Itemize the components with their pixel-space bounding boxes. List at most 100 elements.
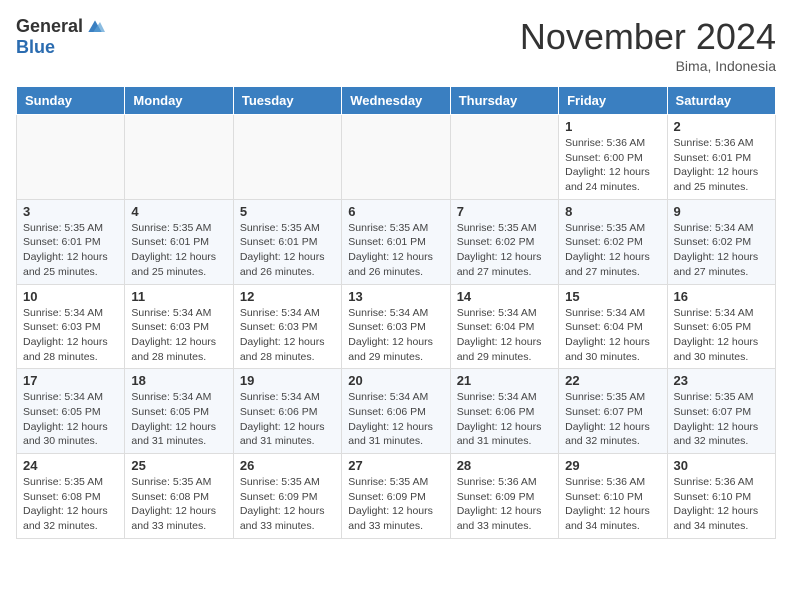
day-number: 22 bbox=[565, 373, 660, 388]
logo-general-text: General bbox=[16, 16, 83, 37]
calendar-body: 1 Sunrise: 5:36 AMSunset: 6:00 PMDaylight… bbox=[17, 115, 776, 539]
day-info: Sunrise: 5:36 AMSunset: 6:10 PMDaylight:… bbox=[674, 475, 769, 534]
page-header: General Blue November 2024 Bima, Indones… bbox=[16, 16, 776, 74]
day-info: Sunrise: 5:34 AMSunset: 6:04 PMDaylight:… bbox=[457, 306, 552, 365]
day-number: 19 bbox=[240, 373, 335, 388]
weekday-header: Saturday bbox=[667, 87, 775, 115]
calendar-cell: 15Sunrise: 5:34 AMSunset: 6:04 PMDayligh… bbox=[559, 284, 667, 369]
day-number: 6 bbox=[348, 204, 443, 219]
day-info: Sunrise: 5:34 AMSunset: 6:03 PMDaylight:… bbox=[240, 306, 335, 365]
weekday-header: Monday bbox=[125, 87, 233, 115]
calendar-cell: 5 Sunrise: 5:35 AMSunset: 6:01 PMDaylight… bbox=[233, 199, 341, 284]
day-info: Sunrise: 5:35 AMSunset: 6:08 PMDaylight:… bbox=[23, 475, 118, 534]
calendar-cell: 3 Sunrise: 5:35 AMSunset: 6:01 PMDaylight… bbox=[17, 199, 125, 284]
calendar-cell: 8 Sunrise: 5:35 AMSunset: 6:02 PMDaylight… bbox=[559, 199, 667, 284]
day-number: 26 bbox=[240, 458, 335, 473]
day-number: 5 bbox=[240, 204, 335, 219]
calendar-cell: 4 Sunrise: 5:35 AMSunset: 6:01 PMDaylight… bbox=[125, 199, 233, 284]
day-number: 21 bbox=[457, 373, 552, 388]
day-info: Sunrise: 5:36 AMSunset: 6:09 PMDaylight:… bbox=[457, 475, 552, 534]
day-info: Sunrise: 5:34 AMSunset: 6:06 PMDaylight:… bbox=[457, 390, 552, 449]
day-info: Sunrise: 5:34 AMSunset: 6:03 PMDaylight:… bbox=[23, 306, 118, 365]
logo-icon bbox=[85, 17, 105, 37]
weekday-header: Tuesday bbox=[233, 87, 341, 115]
calendar-cell: 27Sunrise: 5:35 AMSunset: 6:09 PMDayligh… bbox=[342, 454, 450, 539]
calendar-cell: 16Sunrise: 5:34 AMSunset: 6:05 PMDayligh… bbox=[667, 284, 775, 369]
day-number: 8 bbox=[565, 204, 660, 219]
calendar-week-row: 17 Sunrise: 5:34 AMSunset: 6:05 PMDayligh… bbox=[17, 369, 776, 454]
day-number: 18 bbox=[131, 373, 226, 388]
day-info: Sunrise: 5:36 AMSunset: 6:10 PMDaylight:… bbox=[565, 475, 660, 534]
location: Bima, Indonesia bbox=[520, 58, 776, 74]
weekday-header: Sunday bbox=[17, 87, 125, 115]
day-info: Sunrise: 5:36 AMSunset: 6:01 PMDaylight:… bbox=[674, 136, 769, 195]
day-info: Sunrise: 5:35 AMSunset: 6:02 PMDaylight:… bbox=[565, 221, 660, 280]
calendar-cell: 14 Sunrise: 5:34 AMSunset: 6:04 PMDayligh… bbox=[450, 284, 558, 369]
weekday-header: Friday bbox=[559, 87, 667, 115]
day-number: 15 bbox=[565, 289, 660, 304]
day-info: Sunrise: 5:35 AMSunset: 6:01 PMDaylight:… bbox=[348, 221, 443, 280]
month-title: November 2024 bbox=[520, 16, 776, 58]
day-number: 4 bbox=[131, 204, 226, 219]
calendar-cell: 11 Sunrise: 5:34 AMSunset: 6:03 PMDayligh… bbox=[125, 284, 233, 369]
day-number: 9 bbox=[674, 204, 769, 219]
day-info: Sunrise: 5:34 AMSunset: 6:03 PMDaylight:… bbox=[131, 306, 226, 365]
calendar-cell: 19 Sunrise: 5:34 AMSunset: 6:06 PMDayligh… bbox=[233, 369, 341, 454]
weekday-header: Thursday bbox=[450, 87, 558, 115]
day-info: Sunrise: 5:34 AMSunset: 6:02 PMDaylight:… bbox=[674, 221, 769, 280]
day-info: Sunrise: 5:35 AMSunset: 6:09 PMDaylight:… bbox=[240, 475, 335, 534]
day-number: 27 bbox=[348, 458, 443, 473]
day-info: Sunrise: 5:35 AMSunset: 6:01 PMDaylight:… bbox=[131, 221, 226, 280]
day-number: 24 bbox=[23, 458, 118, 473]
calendar-week-row: 1 Sunrise: 5:36 AMSunset: 6:00 PMDaylight… bbox=[17, 115, 776, 200]
day-info: Sunrise: 5:34 AMSunset: 6:05 PMDaylight:… bbox=[674, 306, 769, 365]
day-number: 30 bbox=[674, 458, 769, 473]
day-number: 7 bbox=[457, 204, 552, 219]
day-info: Sunrise: 5:34 AMSunset: 6:05 PMDaylight:… bbox=[131, 390, 226, 449]
calendar-cell: 1 Sunrise: 5:36 AMSunset: 6:00 PMDaylight… bbox=[559, 115, 667, 200]
day-number: 14 bbox=[457, 289, 552, 304]
day-info: Sunrise: 5:36 AMSunset: 6:00 PMDaylight:… bbox=[565, 136, 660, 195]
title-section: November 2024 Bima, Indonesia bbox=[520, 16, 776, 74]
day-info: Sunrise: 5:35 AMSunset: 6:07 PMDaylight:… bbox=[565, 390, 660, 449]
calendar-week-row: 24 Sunrise: 5:35 AMSunset: 6:08 PMDayligh… bbox=[17, 454, 776, 539]
day-number: 17 bbox=[23, 373, 118, 388]
day-number: 2 bbox=[674, 119, 769, 134]
weekday-row: SundayMondayTuesdayWednesdayThursdayFrid… bbox=[17, 87, 776, 115]
day-info: Sunrise: 5:34 AMSunset: 6:06 PMDaylight:… bbox=[348, 390, 443, 449]
calendar-cell: 2 Sunrise: 5:36 AMSunset: 6:01 PMDaylight… bbox=[667, 115, 775, 200]
calendar-cell: 23Sunrise: 5:35 AMSunset: 6:07 PMDayligh… bbox=[667, 369, 775, 454]
calendar-cell bbox=[233, 115, 341, 200]
calendar-cell: 28Sunrise: 5:36 AMSunset: 6:09 PMDayligh… bbox=[450, 454, 558, 539]
day-number: 10 bbox=[23, 289, 118, 304]
calendar-cell: 30 Sunrise: 5:36 AMSunset: 6:10 PMDayligh… bbox=[667, 454, 775, 539]
day-number: 12 bbox=[240, 289, 335, 304]
calendar-header: SundayMondayTuesdayWednesdayThursdayFrid… bbox=[17, 87, 776, 115]
day-info: Sunrise: 5:35 AMSunset: 6:07 PMDaylight:… bbox=[674, 390, 769, 449]
day-number: 1 bbox=[565, 119, 660, 134]
day-number: 13 bbox=[348, 289, 443, 304]
day-number: 25 bbox=[131, 458, 226, 473]
calendar-cell: 21 Sunrise: 5:34 AMSunset: 6:06 PMDayligh… bbox=[450, 369, 558, 454]
day-info: Sunrise: 5:35 AMSunset: 6:01 PMDaylight:… bbox=[23, 221, 118, 280]
calendar-cell: 25Sunrise: 5:35 AMSunset: 6:08 PMDayligh… bbox=[125, 454, 233, 539]
calendar-table: SundayMondayTuesdayWednesdayThursdayFrid… bbox=[16, 86, 776, 539]
calendar-cell: 9 Sunrise: 5:34 AMSunset: 6:02 PMDaylight… bbox=[667, 199, 775, 284]
day-info: Sunrise: 5:35 AMSunset: 6:01 PMDaylight:… bbox=[240, 221, 335, 280]
calendar-cell: 6 Sunrise: 5:35 AMSunset: 6:01 PMDaylight… bbox=[342, 199, 450, 284]
day-number: 3 bbox=[23, 204, 118, 219]
calendar-cell: 22 Sunrise: 5:35 AMSunset: 6:07 PMDayligh… bbox=[559, 369, 667, 454]
day-number: 29 bbox=[565, 458, 660, 473]
logo-blue-text: Blue bbox=[16, 37, 55, 58]
calendar-cell: 20Sunrise: 5:34 AMSunset: 6:06 PMDayligh… bbox=[342, 369, 450, 454]
calendar-cell: 18 Sunrise: 5:34 AMSunset: 6:05 PMDayligh… bbox=[125, 369, 233, 454]
calendar-cell bbox=[342, 115, 450, 200]
day-number: 11 bbox=[131, 289, 226, 304]
calendar-cell bbox=[17, 115, 125, 200]
weekday-header: Wednesday bbox=[342, 87, 450, 115]
calendar-week-row: 10 Sunrise: 5:34 AMSunset: 6:03 PMDayligh… bbox=[17, 284, 776, 369]
calendar-cell: 12 Sunrise: 5:34 AMSunset: 6:03 PMDayligh… bbox=[233, 284, 341, 369]
day-info: Sunrise: 5:34 AMSunset: 6:06 PMDaylight:… bbox=[240, 390, 335, 449]
calendar-cell: 26 Sunrise: 5:35 AMSunset: 6:09 PMDayligh… bbox=[233, 454, 341, 539]
day-info: Sunrise: 5:35 AMSunset: 6:02 PMDaylight:… bbox=[457, 221, 552, 280]
